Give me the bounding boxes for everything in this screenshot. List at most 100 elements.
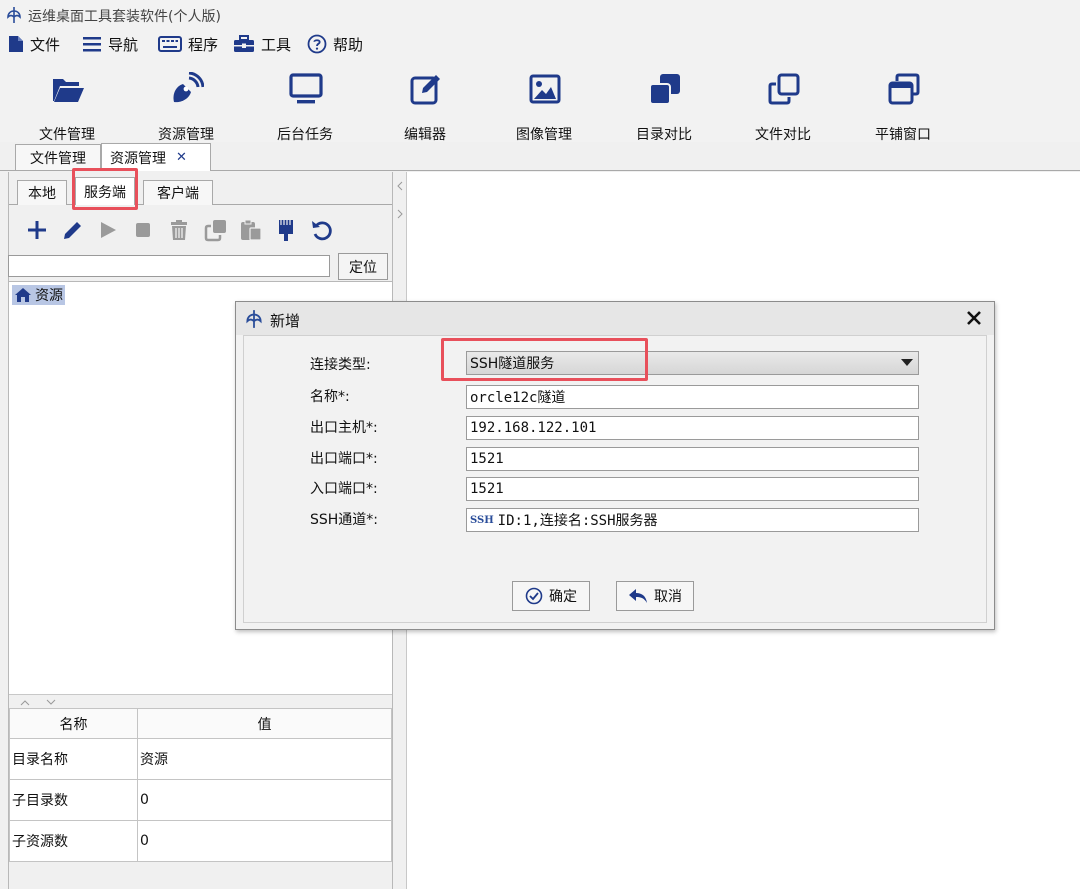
tab-file-manager-label: 文件管理	[30, 150, 86, 167]
app-logo-icon	[7, 7, 21, 23]
cancel-button-label: 取消	[654, 589, 682, 605]
menu-navigate-label: 导航	[108, 35, 139, 54]
reply-arrow-icon	[629, 589, 647, 603]
table-row[interactable]: 子资源数 0	[9, 820, 392, 862]
edit-icon	[410, 75, 440, 105]
stop-icon[interactable]	[131, 218, 155, 242]
paste-icon[interactable]	[239, 218, 263, 242]
toolbar-resource-manager-label: 资源管理	[158, 127, 214, 143]
subtab-local[interactable]: 本地	[17, 180, 67, 205]
toolbar-resource-manager[interactable]: 资源管理	[136, 68, 236, 143]
subtab-client-label: 客户端	[157, 186, 199, 202]
file-icon	[9, 36, 23, 52]
out-host-field[interactable]: 192.168.122.101	[466, 416, 919, 440]
monitor-icon	[289, 73, 323, 104]
table-cell: 资源	[137, 738, 392, 780]
search-input[interactable]	[8, 255, 330, 277]
satellite-icon	[173, 72, 204, 103]
ok-button[interactable]: 确定	[512, 581, 590, 611]
keyboard-icon	[158, 36, 182, 52]
table-cell: 子目录数	[9, 779, 138, 821]
table-row[interactable]: 子目录数 0	[9, 779, 392, 821]
window-title: 运维桌面工具套装软件(个人版)	[28, 9, 221, 25]
toolbar-file-compare-label: 文件对比	[755, 127, 811, 143]
conn-type-select[interactable]: SSH隧道服务	[466, 351, 919, 375]
subtab-local-label: 本地	[28, 186, 56, 202]
close-icon[interactable]	[964, 308, 984, 328]
out-host-field-value: 192.168.122.101	[470, 420, 597, 436]
help-icon	[307, 34, 327, 54]
out-port-field[interactable]: 1521	[466, 447, 919, 471]
copy-icon[interactable]	[204, 218, 228, 242]
dialog-title: 新增	[270, 312, 301, 330]
table-row[interactable]: 目录名称 资源	[9, 738, 392, 780]
subtab-server-label: 服务端	[84, 184, 126, 201]
table-cell: 目录名称	[9, 738, 138, 780]
toolbar-directory-compare-label: 目录对比	[636, 127, 692, 143]
in-port-label: 入口端口*:	[310, 481, 378, 497]
table-cell: 0	[137, 820, 392, 862]
menu-help[interactable]: 帮助	[307, 33, 363, 55]
image-icon	[529, 74, 561, 104]
dialog-title-bar[interactable]: 新增	[236, 302, 994, 335]
menu-file-label: 文件	[30, 35, 61, 54]
cancel-button[interactable]: 取消	[616, 581, 694, 611]
props-splitter[interactable]	[9, 694, 392, 709]
menu-tools[interactable]: 工具	[233, 33, 291, 55]
clone-outline-icon	[768, 73, 800, 105]
column-header-value[interactable]: 值	[137, 708, 392, 739]
tab-close-icon[interactable]: ✕	[176, 150, 187, 165]
edit-pencil-icon[interactable]	[61, 218, 85, 242]
toolbar-directory-compare[interactable]: 目录对比	[614, 68, 714, 143]
column-header-name[interactable]: 名称	[9, 708, 138, 739]
splitter-arrows-icon	[397, 181, 403, 219]
out-port-field-value: 1521	[470, 451, 504, 467]
title-bar: 运维桌面工具套装软件(个人版)	[0, 0, 1080, 30]
properties-table: 名称 值 目录名称 资源 子目录数 0 子资源数 0	[9, 708, 392, 862]
add-icon[interactable]	[25, 218, 49, 242]
undo-icon[interactable]	[310, 218, 334, 242]
ssh-channel-value: ID:1,连接名:SSH服务器	[497, 513, 658, 529]
toolbar-image-manager[interactable]: 图像管理	[494, 68, 594, 143]
locate-button-label: 定位	[349, 259, 377, 276]
folder-open-icon	[53, 79, 84, 102]
ok-button-label: 确定	[549, 589, 577, 605]
check-circle-icon	[525, 587, 543, 605]
conn-type-label: 连接类型:	[310, 357, 371, 373]
menu-help-label: 帮助	[333, 35, 364, 54]
play-icon[interactable]	[96, 218, 120, 242]
splitter-toggle-icon	[20, 699, 56, 706]
in-port-field[interactable]: 1521	[466, 477, 919, 501]
toolbar-file-manager-label: 文件管理	[39, 127, 95, 143]
subtab-client[interactable]: 客户端	[143, 180, 213, 205]
locate-button[interactable]: 定位	[338, 253, 388, 280]
out-host-label: 出口主机*:	[310, 420, 378, 436]
table-cell: 0	[137, 779, 392, 821]
tab-resource-manager[interactable]: 资源管理 ✕	[101, 143, 211, 171]
toolbar-file-compare[interactable]: 文件对比	[733, 68, 833, 143]
menu-file[interactable]: 文件	[8, 33, 60, 55]
tree-root-node[interactable]: 资源	[12, 285, 65, 305]
ssh-channel-field[interactable]: SSH ID:1,连接名:SSH服务器	[466, 508, 919, 532]
menu-tools-label: 工具	[261, 35, 292, 54]
toolbar-file-manager[interactable]: 文件管理	[17, 68, 117, 143]
subtab-server[interactable]: 服务端	[75, 177, 135, 205]
tab-file-manager[interactable]: 文件管理	[15, 144, 101, 170]
table-cell: 子资源数	[9, 820, 138, 862]
name-field[interactable]: orcle12c隧道	[466, 385, 919, 409]
menu-program[interactable]: 程序	[158, 33, 218, 55]
toolbar-background-tasks[interactable]: 后台任务	[255, 68, 355, 143]
conn-type-value: SSH隧道服务	[470, 356, 555, 372]
toolbar-editor[interactable]: 编辑器	[375, 68, 475, 143]
tab-resource-manager-label: 资源管理	[110, 150, 166, 167]
clone-solid-icon	[649, 74, 680, 105]
menu-program-label: 程序	[188, 35, 219, 54]
toolbar-tile-windows[interactable]: 平铺窗口	[853, 68, 953, 143]
trash-icon[interactable]	[167, 218, 191, 242]
table-header-row: 名称 值	[9, 708, 392, 739]
out-port-label: 出口端口*:	[310, 451, 378, 467]
menu-navigate[interactable]: 导航	[82, 33, 138, 55]
chevron-down-icon[interactable]	[896, 352, 918, 374]
tree-root-label: 资源	[35, 288, 63, 304]
brush-icon[interactable]	[274, 218, 298, 242]
